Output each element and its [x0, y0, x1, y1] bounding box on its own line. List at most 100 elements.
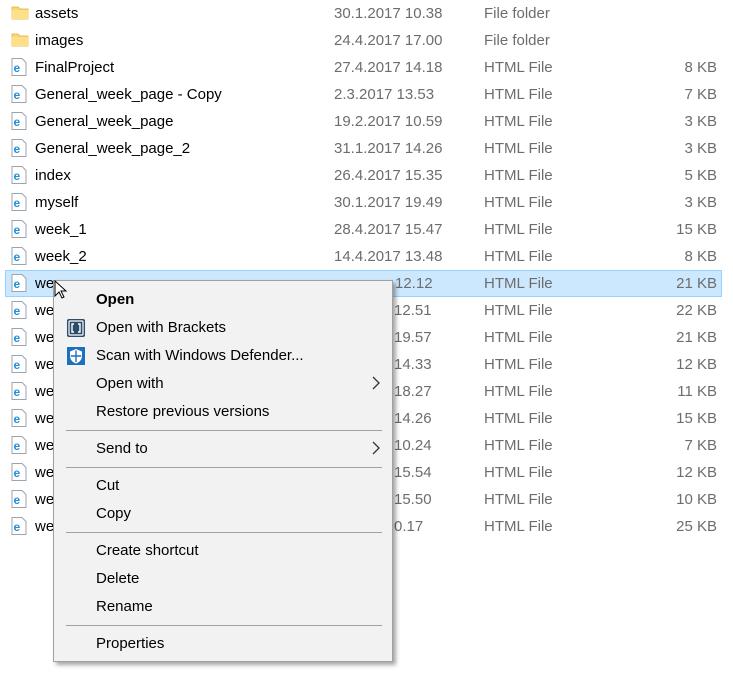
file-size: 8 KB [684, 59, 717, 76]
file-size: 3 KB [684, 140, 717, 157]
menu-item-restore-previous-versions[interactable]: Restore previous versions [54, 398, 392, 426]
edge-html-icon: e [11, 463, 27, 481]
file-name: we [35, 437, 55, 454]
menu-item-label: Open [96, 291, 135, 308]
folder-icon [11, 4, 29, 22]
chevron-right-icon [370, 439, 382, 457]
file-name: we [35, 356, 55, 373]
menu-item-cut[interactable]: Cut [54, 472, 392, 500]
file-date: 12.51 [394, 302, 432, 319]
file-type: HTML File [484, 275, 553, 292]
file-size: 12 KB [676, 356, 717, 373]
file-name: General_week_page_2 [35, 140, 191, 157]
menu-item-send-to[interactable]: Send to [54, 435, 392, 463]
file-name: week_1 [35, 221, 87, 238]
file-type: HTML File [484, 437, 553, 454]
menu-item-label: Open with [96, 375, 164, 392]
file-size: 3 KB [684, 113, 717, 130]
menu-item-label: Properties [96, 635, 165, 652]
file-name: we [35, 464, 55, 481]
file-date: 30.1.2017 19.49 [334, 194, 443, 211]
file-row[interactable]: e General_week_page_2 31.1.2017 14.26 HT… [5, 135, 722, 162]
file-type: HTML File [484, 113, 553, 130]
file-type: HTML File [484, 518, 553, 535]
file-type: HTML File [484, 464, 553, 481]
menu-item-properties[interactable]: Properties [54, 630, 392, 658]
svg-text:e: e [14, 61, 21, 75]
svg-text:e: e [14, 412, 21, 426]
file-type: HTML File [484, 248, 553, 265]
file-row[interactable]: e week_2 14.4.2017 13.48 HTML File 8 KB [5, 243, 722, 270]
menu-item-delete[interactable]: Delete [54, 565, 392, 593]
file-size: 22 KB [676, 302, 717, 319]
file-name: images [35, 32, 84, 49]
menu-item-label: Copy [96, 505, 132, 522]
svg-text:e: e [14, 331, 21, 345]
menu-item-open-with-brackets[interactable]: Open with Brackets [54, 314, 392, 342]
edge-html-icon: e [11, 436, 27, 454]
file-size: 7 KB [684, 437, 717, 454]
file-date: 15.54 [394, 464, 432, 481]
file-size: 21 KB [676, 275, 717, 292]
file-name: myself [35, 194, 79, 211]
edge-html-icon: e [11, 517, 27, 535]
svg-text:e: e [14, 277, 21, 291]
menu-item-open[interactable]: Open [54, 286, 392, 314]
file-size: 15 KB [676, 410, 717, 427]
file-type: HTML File [484, 167, 553, 184]
file-name: we [35, 329, 55, 346]
file-date: 15.50 [394, 491, 432, 508]
file-row[interactable]: e index 26.4.2017 15.35 HTML File 5 KB [5, 162, 722, 189]
menu-item-scan-defender[interactable]: Scan with Windows Defender... [54, 342, 392, 370]
menu-item-copy[interactable]: Copy [54, 500, 392, 528]
svg-text:e: e [14, 169, 21, 183]
file-date: 12.12 [395, 275, 433, 292]
edge-html-icon: e [11, 355, 27, 373]
edge-html-icon: e [11, 247, 27, 265]
edge-html-icon: e [11, 166, 27, 184]
file-size: 21 KB [676, 329, 717, 346]
edge-html-icon: e [11, 112, 27, 130]
file-row[interactable]: e FinalProject 27.4.2017 14.18 HTML File… [5, 54, 722, 81]
file-row[interactable]: e General_week_page 19.2.2017 10.59 HTML… [5, 108, 722, 135]
file-name: week_2 [35, 248, 87, 265]
file-size: 11 KB [677, 383, 717, 400]
file-name: General_week_page [35, 113, 174, 130]
file-name: General_week_page - Copy [35, 86, 222, 103]
menu-item-create-shortcut[interactable]: Create shortcut [54, 537, 392, 565]
svg-text:e: e [14, 88, 21, 102]
svg-text:e: e [14, 493, 21, 507]
menu-separator [66, 430, 382, 431]
file-row[interactable]: e General_week_page - Copy 2.3.2017 13.5… [5, 81, 722, 108]
file-name: we [35, 275, 55, 292]
file-row[interactable]: assets 30.1.2017 10.38 File folder [5, 0, 722, 27]
file-size: 15 KB [676, 221, 717, 238]
svg-text:e: e [14, 115, 21, 129]
svg-text:e: e [14, 385, 21, 399]
menu-item-open-with[interactable]: Open with [54, 370, 392, 398]
file-date: 30.1.2017 10.38 [334, 5, 443, 22]
file-size: 3 KB [684, 194, 717, 211]
menu-separator [66, 625, 382, 626]
file-date: 19.2.2017 10.59 [334, 113, 443, 130]
svg-text:e: e [14, 223, 21, 237]
svg-text:e: e [14, 466, 21, 480]
chevron-right-icon [370, 374, 382, 392]
context-menu: Open Open with Brackets Scan with Window… [53, 280, 393, 662]
file-row[interactable]: e myself 30.1.2017 19.49 HTML File 3 KB [5, 189, 722, 216]
file-size: 10 KB [676, 491, 717, 508]
file-name: index [35, 167, 71, 184]
edge-html-icon: e [11, 274, 27, 292]
file-name: we [35, 383, 55, 400]
folder-icon [11, 31, 29, 49]
file-name: we [35, 491, 55, 508]
file-size: 7 KB [684, 86, 717, 103]
edge-html-icon: e [11, 301, 27, 319]
file-row[interactable]: e week_1 28.4.2017 15.47 HTML File 15 KB [5, 216, 722, 243]
svg-text:e: e [14, 304, 21, 318]
menu-item-rename[interactable]: Rename [54, 593, 392, 621]
edge-html-icon: e [11, 85, 27, 103]
file-date: 2.3.2017 13.53 [334, 86, 435, 103]
file-row[interactable]: images 24.4.2017 17.00 File folder [5, 27, 722, 54]
menu-item-label: Create shortcut [96, 542, 199, 559]
